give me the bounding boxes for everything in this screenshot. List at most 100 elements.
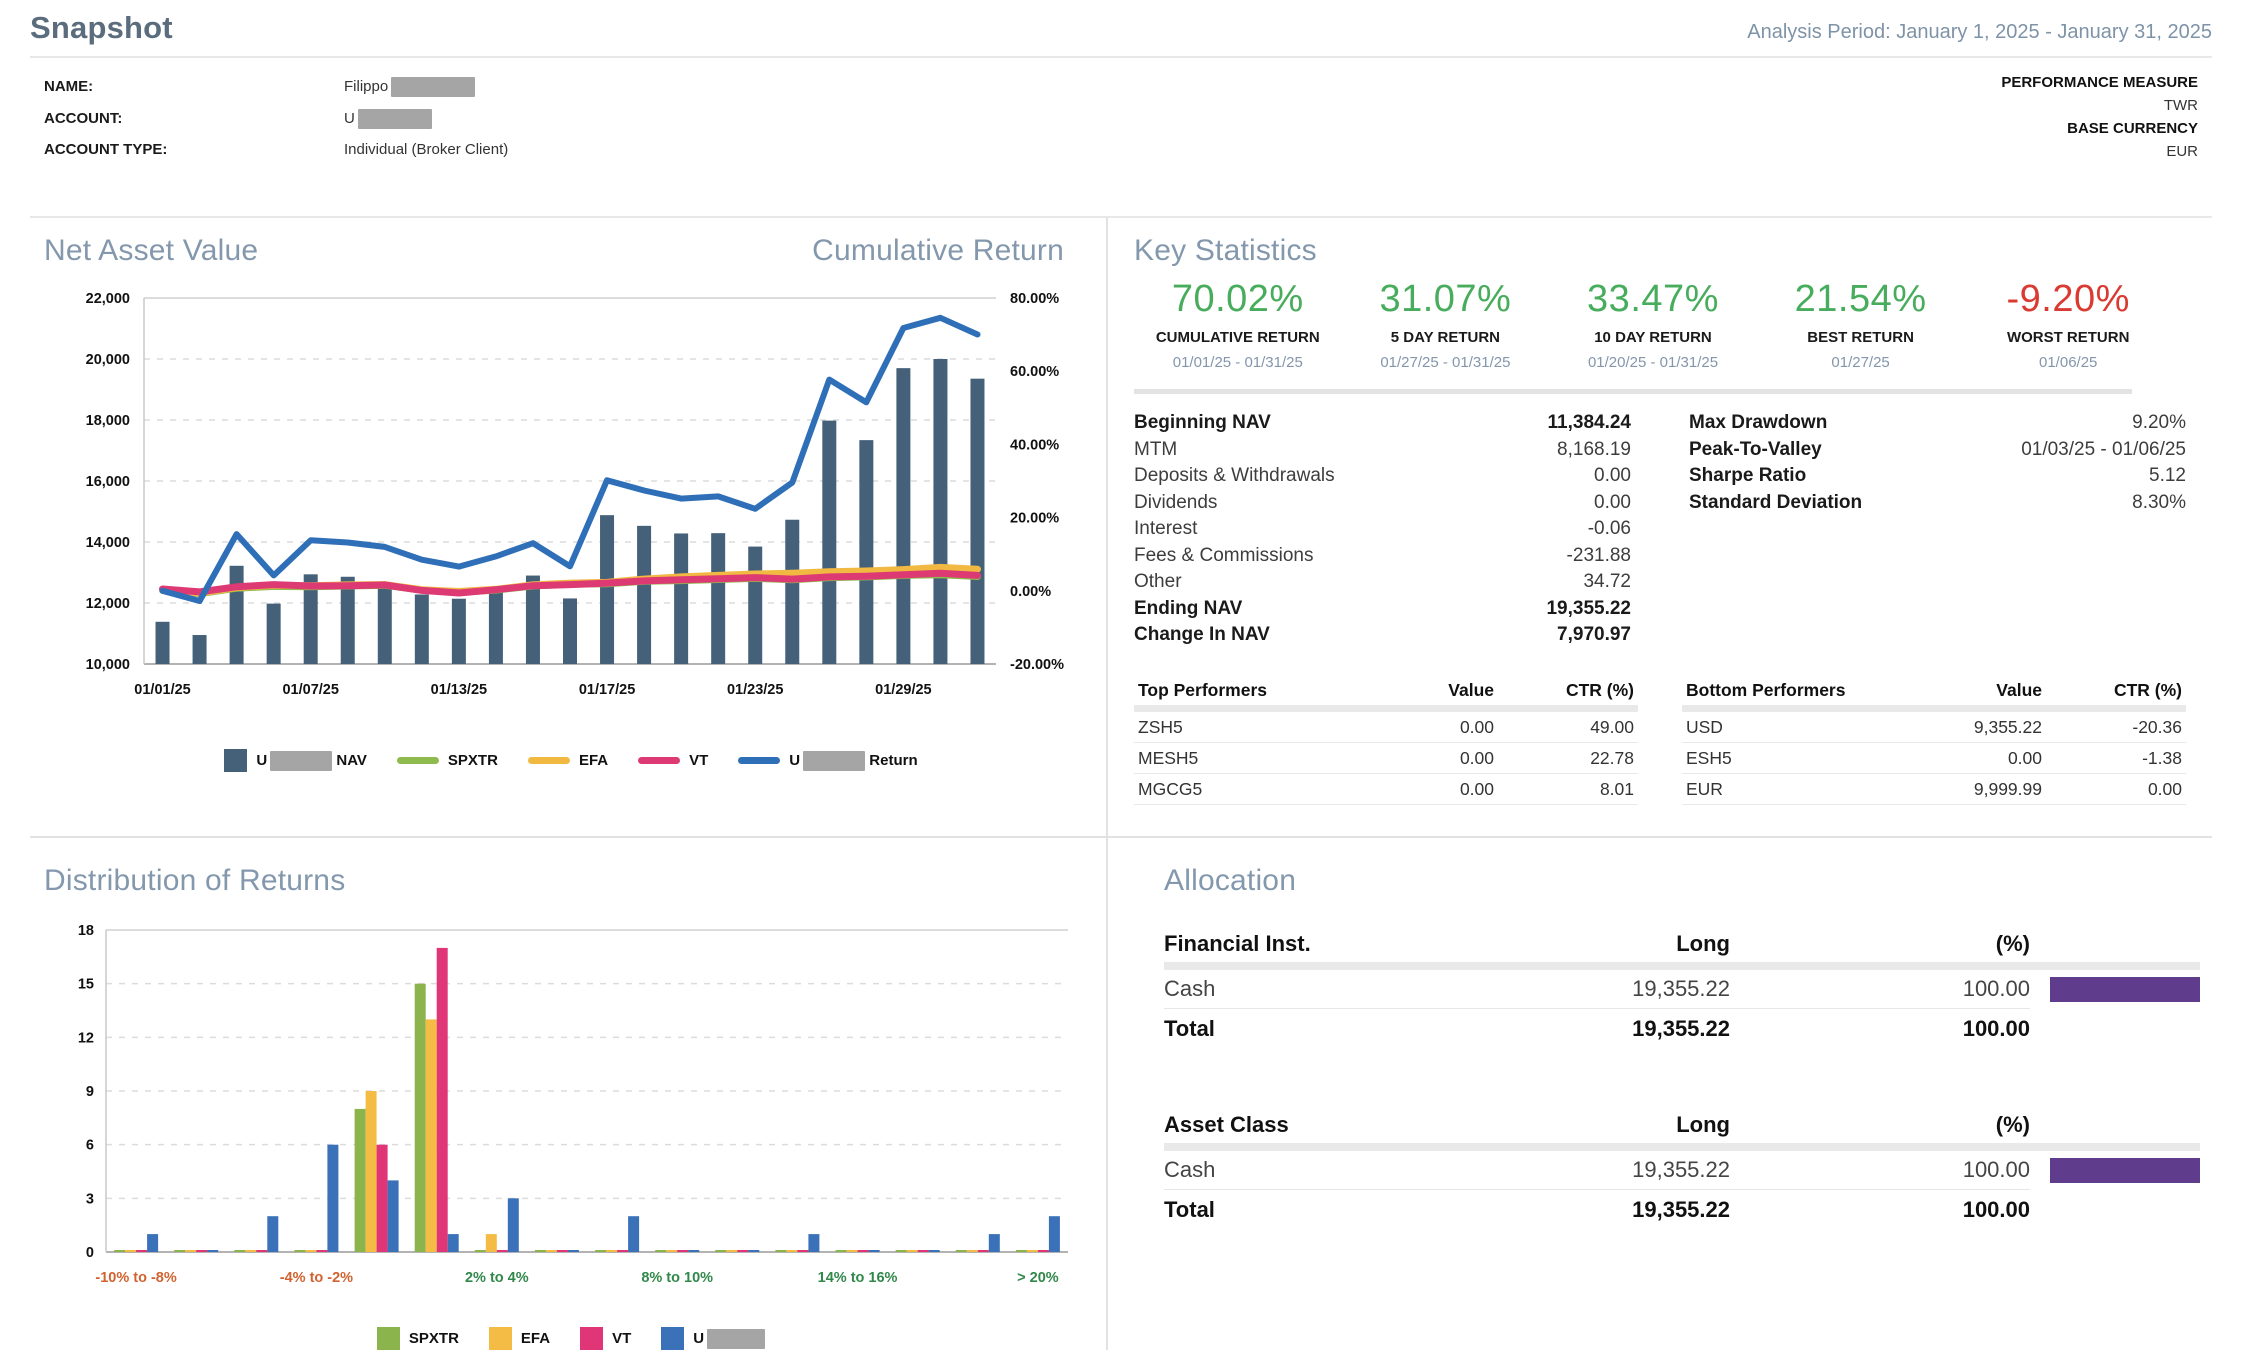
- legend-swatch-icon: [396, 757, 439, 764]
- report-body: Net Asset Value Cumulative Return 22,000…: [30, 218, 2212, 1350]
- allocation-row-label: Cash: [1164, 1151, 1430, 1190]
- legend-swatch-icon: [661, 1327, 685, 1350]
- account-field-value: Individual (Broker Client): [344, 141, 508, 158]
- nav-summary-row: Ending NAV 19,355.22: [1134, 596, 1631, 623]
- account-field-value: Filippo: [344, 76, 508, 97]
- allocation-header: (%): [1995, 931, 2030, 956]
- column-header: Bottom Performers: [1686, 679, 1846, 700]
- return-highlight: -9.20% WORST RETURN 01/06/25: [1964, 278, 2172, 371]
- legend-label: EFA: [579, 752, 608, 769]
- column-header: Top Performers: [1138, 679, 1268, 700]
- highlight-dates: 01/06/25: [2039, 354, 2098, 371]
- table-cell: -20.36: [2132, 716, 2182, 737]
- stat-label: Sharpe Ratio: [1689, 465, 1807, 486]
- legend-text: SPXTR: [408, 1330, 459, 1347]
- legend-text: EFA: [520, 1330, 551, 1347]
- table-cell: 0.00: [2147, 778, 2182, 799]
- svg-text:-4% to -2%: -4% to -2%: [280, 1270, 353, 1286]
- account-setting-value: TWR: [2163, 97, 2198, 114]
- table-cell: 0.00: [1459, 778, 1494, 799]
- legend-item: U NAV: [224, 749, 367, 772]
- stat-value: 5.12: [2149, 465, 2186, 486]
- nav-summary-row: Dividends 0.00: [1134, 490, 1631, 517]
- allocation-header: Asset Class: [1164, 1112, 1289, 1137]
- legend-text: U: [256, 751, 268, 769]
- allocation-title: Allocation: [1164, 864, 1297, 897]
- highlights-divider: [1134, 389, 2132, 394]
- risk-metric-row: Sharpe Ratio 5.12: [1689, 463, 2186, 490]
- distribution-legend: SPXTR EFA VT U: [44, 1327, 1098, 1350]
- svg-text:01/17/25: 01/17/25: [579, 682, 635, 698]
- svg-text:12: 12: [78, 1030, 94, 1046]
- highlight-label: WORST RETURN: [2006, 329, 2130, 346]
- stat-label: Peak-To-Valley: [1689, 438, 1822, 460]
- legend-item: U: [661, 1327, 766, 1350]
- legend-item: SPXTR: [376, 1327, 459, 1350]
- legend-text: EFA: [578, 752, 609, 769]
- account-setting-value: EUR: [2166, 143, 2198, 160]
- column-header: CTR (%): [1565, 679, 1634, 700]
- legend-swatch-icon: [638, 757, 681, 764]
- table-cell: USD: [1686, 716, 1723, 737]
- allocation-row-long: 19,355.22: [1430, 970, 1730, 1009]
- allocation-total-label: Total: [1164, 1197, 1215, 1222]
- stat-value: 0.00: [1594, 465, 1631, 486]
- page-title: Snapshot: [30, 10, 173, 45]
- legend-text: NAV: [332, 751, 367, 769]
- table-cell: EUR: [1686, 778, 1723, 799]
- svg-text:16,000: 16,000: [86, 474, 130, 490]
- analysis-period: Analysis Period: January 1, 2025 - Janua…: [1747, 21, 2212, 43]
- account-settings: PERFORMANCE MEASURE TWR BASE CURRENCY EUR: [2001, 74, 2198, 160]
- legend-label: SPXTR: [448, 752, 498, 769]
- account-field-label: NAME:: [44, 78, 94, 95]
- highlight-dates: 01/01/25 - 01/31/25: [1172, 354, 1303, 371]
- account-field-text: Filippo: [344, 77, 389, 95]
- svg-text:9: 9: [86, 1084, 94, 1100]
- stat-value: -0.06: [1587, 518, 1631, 539]
- svg-text:2% to 4%: 2% to 4%: [465, 1270, 529, 1286]
- table-cell: ZSH5: [1138, 716, 1183, 737]
- svg-text:01/23/25: 01/23/25: [727, 682, 783, 698]
- stat-label: Change In NAV: [1134, 624, 1270, 645]
- table-cell: MESH5: [1138, 747, 1199, 768]
- allocation-header: (%): [1995, 1112, 2030, 1137]
- highlight-dates: 01/20/25 - 01/31/25: [1587, 354, 1719, 371]
- legend-label: U Return: [789, 750, 918, 771]
- allocation-header: Long: [1676, 1112, 1730, 1137]
- highlight-value: 21.54%: [1794, 278, 1927, 320]
- svg-text:15: 15: [78, 977, 94, 993]
- table-cell: 9,999.99: [1973, 778, 2042, 799]
- legend-item: EFA: [488, 1327, 551, 1350]
- legend-swatch-icon: [224, 749, 248, 772]
- nav-summary-row: Deposits & Withdrawals 0.00: [1134, 463, 1631, 490]
- return-highlights: 70.02% CUMULATIVE RETURN 01/01/25 - 01/31/…: [1134, 278, 2172, 371]
- nav-panel-titles: Net Asset Value Cumulative Return: [44, 234, 1098, 268]
- svg-text:0: 0: [86, 1245, 94, 1261]
- key-statistics-panel: Key Statistics 70.02% CUMULATIVE RETURN 01…: [1108, 218, 2212, 838]
- svg-text:22,000: 22,000: [86, 291, 130, 307]
- table-cell: ESH5: [1686, 747, 1732, 768]
- top-performers-header-band: [1134, 704, 1638, 712]
- allocation-header-band: [1164, 1143, 2200, 1151]
- top-performers-row: MESH5 0.00 22.78: [1134, 743, 1638, 774]
- svg-text:60.00%: 60.00%: [1010, 364, 1059, 380]
- table-cell: MGCG5: [1138, 778, 1203, 799]
- nav-summary-row: Interest -0.06: [1134, 516, 1631, 543]
- allocation-row-long: 19,355.22: [1430, 1151, 1730, 1190]
- risk-metrics-table: Max Drawdown 9.20% Peak-To-Valley 01/03/25 …: [1689, 410, 2186, 649]
- svg-text:-10% to -8%: -10% to -8%: [95, 1270, 176, 1286]
- legend-swatch-icon: [376, 1327, 400, 1350]
- return-highlight: 31.07% 5 DAY RETURN 01/27/25 - 01/31/25: [1342, 278, 1550, 371]
- legend-swatch-icon: [527, 757, 570, 764]
- column-header: Value: [1996, 679, 2042, 700]
- account-field-text: U: [344, 109, 355, 127]
- highlight-dates: 01/27/25: [1831, 354, 1890, 371]
- risk-metric-row: Max Drawdown 9.20%: [1689, 410, 2186, 437]
- svg-text:20,000: 20,000: [86, 352, 130, 368]
- svg-text:12,000: 12,000: [86, 596, 130, 612]
- stat-value: 34.72: [1583, 571, 1631, 592]
- highlight-label: CUMULATIVE RETURN: [1155, 329, 1320, 346]
- key-statistics-title: Key Statistics: [1134, 234, 1317, 267]
- svg-text:3: 3: [86, 1191, 94, 1207]
- stat-value: -231.88: [1566, 544, 1631, 566]
